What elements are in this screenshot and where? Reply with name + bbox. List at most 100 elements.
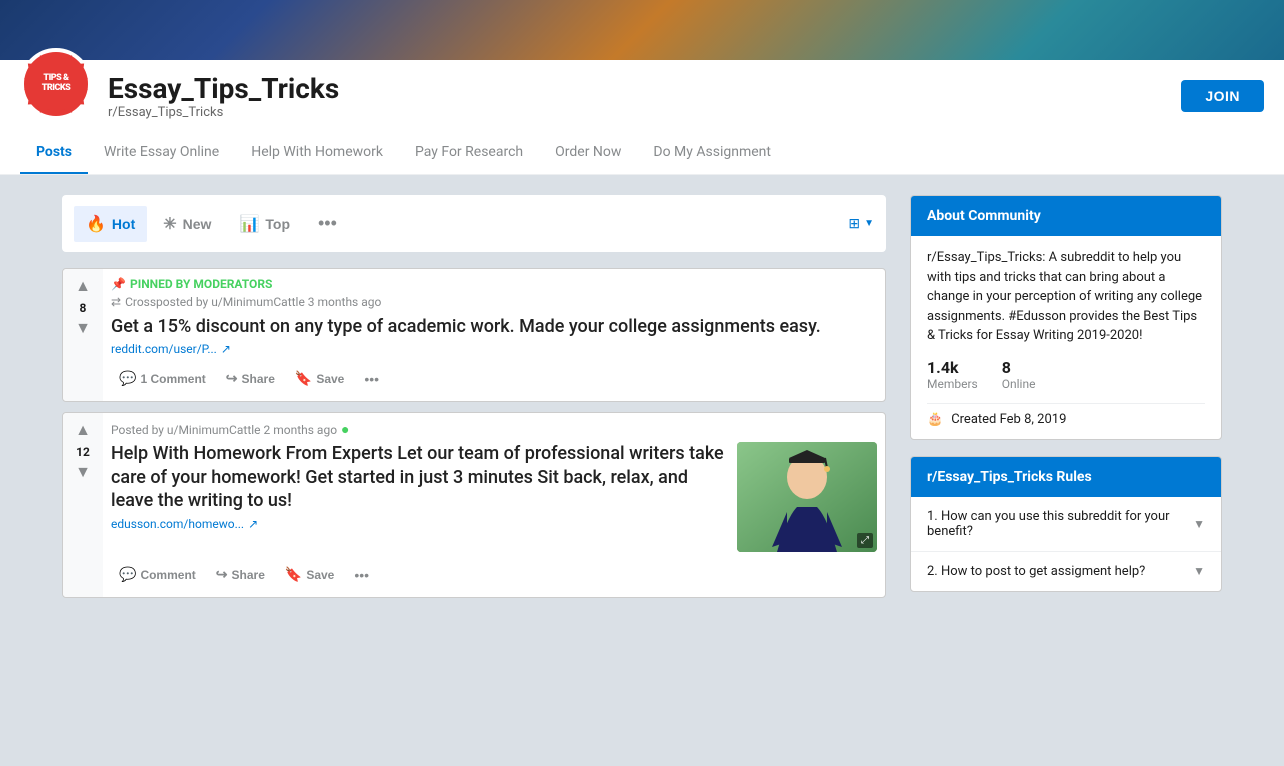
post-meta-text-2: Posted by u/MinimumCattle 2 months ago [111, 423, 337, 437]
share-icon-2: ↪ [216, 566, 228, 583]
comment-label-2: Comment [140, 568, 195, 582]
comment-button-1[interactable]: 💬 1 Comment [111, 364, 214, 393]
sort-hot-button[interactable]: 🔥 Hot [74, 206, 147, 242]
join-button[interactable]: JOIN [1181, 80, 1264, 112]
crosspost-text-1: Crossposted by u/MinimumCattle 3 months … [125, 295, 381, 309]
post-body-2: Posted by u/MinimumCattle 2 months ago ●… [103, 413, 885, 597]
rules-card: r/Essay_Tips_Tricks Rules 1. How can you… [910, 456, 1222, 592]
view-toggle-chevron: ▼ [864, 218, 874, 229]
members-label: Members [927, 377, 978, 391]
save-label-1: Save [316, 372, 344, 386]
thumbnail-image-2 [737, 442, 877, 552]
rules-header: r/Essay_Tips_Tricks Rules [911, 457, 1221, 497]
share-button-1[interactable]: ↪ Share [218, 364, 283, 393]
thumbnail-expand-icon[interactable]: ⤢ [857, 533, 873, 548]
rule-item-1[interactable]: 1. How can you use this subreddit for yo… [911, 497, 1221, 552]
share-label-2: Share [232, 568, 265, 582]
sort-top-label: Top [265, 216, 290, 232]
about-body: r/Essay_Tips_Tricks: A subreddit to help… [911, 236, 1221, 439]
thumbnail-svg [737, 442, 877, 552]
nav-tab-pay-research[interactable]: Pay For Research [399, 132, 539, 174]
post-link-1[interactable]: reddit.com/user/P... ↗ [111, 342, 877, 356]
sort-more-button[interactable]: ••• [306, 205, 349, 242]
cake-icon: 🎂 [927, 412, 943, 427]
comment-icon-1: 💬 [119, 370, 136, 387]
sort-bar: 🔥 Hot ✳ New 📊 Top ••• ⊞ ▼ [62, 195, 886, 252]
comment-button-2[interactable]: 💬 Comment [111, 560, 204, 589]
rule-chevron-2: ▼ [1193, 564, 1205, 578]
post-vote-1: ▲ 8 ▼ [63, 269, 103, 401]
downvote-button-1[interactable]: ▼ [73, 319, 93, 339]
sort-hot-label: Hot [112, 216, 135, 232]
post-more-button-2[interactable]: ••• [346, 563, 377, 587]
online-stat: 8 Online [1002, 358, 1036, 391]
nav-tabs: Posts Write Essay Online Help With Homew… [0, 132, 1284, 175]
members-count: 1.4k [927, 358, 978, 377]
vote-count-2: 12 [76, 445, 90, 459]
header-banner [0, 0, 1284, 60]
external-link-icon-1: ↗ [221, 342, 231, 356]
crosspost-icon: ⇄ [111, 295, 121, 309]
community-logo: TIPS & TRICKS [20, 48, 92, 120]
pinned-label-1: 📌 PINNED BY MODERATORS [111, 277, 877, 291]
logo-starburst: TIPS & TRICKS [24, 52, 88, 116]
about-header: About Community [911, 196, 1221, 236]
about-text: r/Essay_Tips_Tricks: A subreddit to help… [927, 248, 1205, 346]
post-content-row-2: Help With Homework From Experts Let our … [111, 442, 877, 552]
sort-top-button[interactable]: 📊 Top [227, 206, 302, 242]
upvote-button-1[interactable]: ▲ [73, 277, 93, 297]
nav-tab-order-now[interactable]: Order Now [539, 132, 637, 174]
top-icon: 📊 [239, 214, 259, 234]
downvote-button-2[interactable]: ▼ [73, 463, 93, 483]
external-link-icon-2: ↗ [248, 517, 258, 531]
online-label: Online [1002, 377, 1036, 391]
post-vote-2: ▲ 12 ▼ [63, 413, 103, 597]
about-card: About Community r/Essay_Tips_Tricks: A s… [910, 195, 1222, 440]
post-meta-2: Posted by u/MinimumCattle 2 months ago ● [111, 421, 877, 438]
comment-icon-2: 💬 [119, 566, 136, 583]
save-button-2[interactable]: 🔖 Save [277, 560, 342, 589]
post-link-2[interactable]: edusson.com/homewo... ↗ [111, 517, 725, 531]
rule-label-1: 1. How can you use this subreddit for yo… [927, 509, 1193, 539]
nav-tab-posts[interactable]: Posts [20, 132, 88, 174]
post-link-text-1: reddit.com/user/P... [111, 342, 217, 356]
view-toggle-icon: ⊞ [848, 216, 860, 232]
rule-item-2[interactable]: 2. How to post to get assigment help? ▼ [911, 552, 1221, 591]
upvote-button-2[interactable]: ▲ [73, 421, 93, 441]
vote-count-1: 8 [80, 301, 87, 315]
post-actions-1: 💬 1 Comment ↪ Share 🔖 Save ••• [111, 364, 877, 393]
created-text: Created Feb 8, 2019 [951, 412, 1066, 427]
post-card-2: ▲ 12 ▼ Posted by u/MinimumCattle 2 month… [62, 412, 886, 598]
nav-tab-do-assignment[interactable]: Do My Assignment [637, 132, 787, 174]
feed-column: 🔥 Hot ✳ New 📊 Top ••• ⊞ ▼ ▲ 8 ▼ [62, 195, 886, 608]
save-icon-1: 🔖 [295, 370, 312, 387]
post-title-2: Help With Homework From Experts Let our … [111, 442, 725, 512]
view-toggle[interactable]: ⊞ ▼ [848, 216, 874, 232]
save-button-1[interactable]: 🔖 Save [287, 364, 352, 393]
sidebar-column: About Community r/Essay_Tips_Tricks: A s… [910, 195, 1222, 608]
post-actions-2: 💬 Comment ↪ Share 🔖 Save ••• [111, 560, 877, 589]
post-thumbnail-2[interactable]: ⤢ [737, 442, 877, 552]
community-name: Essay_Tips_Tricks [108, 72, 1165, 105]
post-more-button-1[interactable]: ••• [356, 367, 387, 391]
pin-icon: 📌 [111, 277, 126, 291]
community-subreddit: r/Essay_Tips_Tricks [108, 105, 1165, 120]
new-icon: ✳ [163, 214, 176, 234]
header-main: TIPS & TRICKS Essay_Tips_Tricks r/Essay_… [0, 60, 1284, 132]
share-label-1: Share [242, 372, 275, 386]
share-icon-1: ↪ [226, 370, 238, 387]
rule-label-2: 2. How to post to get assigment help? [927, 564, 1145, 579]
share-button-2[interactable]: ↪ Share [208, 560, 273, 589]
nav-tab-help-homework[interactable]: Help With Homework [235, 132, 399, 174]
rule-chevron-1: ▼ [1193, 517, 1205, 531]
save-label-2: Save [306, 568, 334, 582]
pinned-text-1: PINNED BY MODERATORS [130, 277, 272, 291]
sort-new-button[interactable]: ✳ New [151, 206, 223, 242]
save-icon-2: 🔖 [285, 566, 302, 583]
logo-text-line2: TRICKS [42, 84, 71, 94]
post-body-1: 📌 PINNED BY MODERATORS ⇄ Crossposted by … [103, 269, 885, 401]
post-text-2: Help With Homework From Experts Let our … [111, 442, 725, 538]
online-count: 8 [1002, 358, 1036, 377]
nav-tab-write-essay[interactable]: Write Essay Online [88, 132, 235, 174]
header-info: Essay_Tips_Tricks r/Essay_Tips_Tricks [108, 72, 1165, 120]
